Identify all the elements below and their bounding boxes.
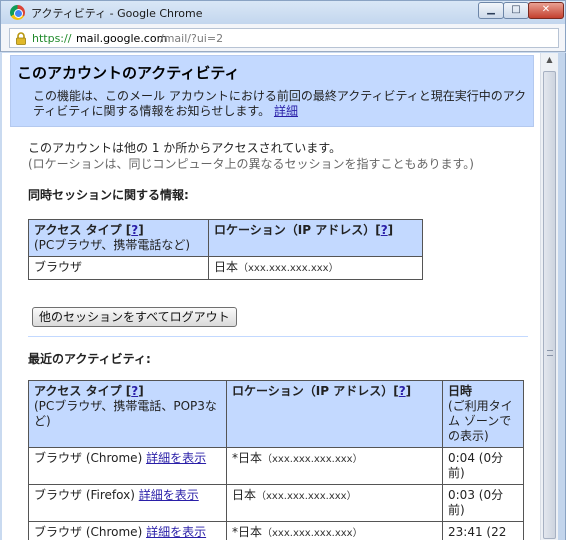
- location-help-link[interactable]: ?: [381, 223, 388, 237]
- show-details-link[interactable]: 詳細を表示: [139, 488, 199, 502]
- scroll-up-arrow-icon[interactable]: ▲: [542, 55, 557, 69]
- concurrent-sessions-title: 同時セッションに関する情報:: [28, 188, 189, 202]
- url-path: /mail/?ui=2: [160, 32, 224, 45]
- table-header-row: アクセス タイプ [?] (PCブラウザ、携帯電話、POP3など) ロケーション…: [28, 380, 524, 448]
- ip-address: （xxx.xxx.xxx.xxx）: [256, 491, 357, 502]
- maximize-button[interactable]: □: [503, 2, 529, 19]
- time-cell: 0:03 (0分前): [442, 484, 524, 522]
- table-row: ブラウザ (Chrome) 詳細を表示 *日本（xxx.xxx.xxx.xxx）…: [28, 447, 524, 485]
- location-help-link[interactable]: ?: [399, 384, 406, 398]
- table-row: ブラウザ 日本（xxx.xxx.xxx.xxx）: [28, 256, 423, 280]
- access-type-cell: ブラウザ (Chrome) 詳細を表示: [28, 521, 227, 540]
- access-type-cell: ブラウザ (Firefox) 詳細を表示: [28, 484, 227, 522]
- header-description: この機能は、このメール アカウントにおける前回の最終アクティビティと現在実行中の…: [33, 89, 529, 119]
- header-box: このアカウントのアクティビティ この機能は、このメール アカウントにおける前回の…: [10, 55, 534, 127]
- minimize-button[interactable]: ▁: [478, 2, 504, 19]
- location-cell: *日本（xxx.xxx.xxx.xxx）: [226, 521, 443, 540]
- time-header: 日時 (ご利用タイム ゾーンでの表示): [442, 380, 524, 448]
- location-cell: 日本（xxx.xxx.xxx.xxx）: [208, 256, 423, 280]
- vertical-scrollbar[interactable]: ▲: [540, 53, 558, 540]
- lock-icon: [16, 32, 26, 45]
- window-title: アクティビティ - Google Chrome: [31, 7, 203, 20]
- grip-icon: [547, 350, 553, 356]
- ip-address: （xxx.xxx.xxx.xxx）: [238, 263, 339, 274]
- location-header: ロケーション（IP アドレス）[?]: [226, 380, 443, 448]
- ip-address: （xxx.xxx.xxx.xxx）: [262, 454, 363, 465]
- access-type-cell: ブラウザ (Chrome) 詳細を表示: [28, 447, 227, 485]
- show-details-link[interactable]: 詳細を表示: [146, 451, 206, 465]
- access-type-cell: ブラウザ: [28, 256, 209, 280]
- recent-activity-title: 最近のアクティビティ:: [28, 352, 151, 366]
- chrome-icon: [10, 5, 25, 20]
- window-titlebar[interactable]: アクティビティ - Google Chrome ▁ □ ✕: [0, 0, 566, 24]
- ip-address: （xxx.xxx.xxx.xxx）: [262, 528, 363, 539]
- url-scheme: https://: [32, 32, 72, 45]
- access-summary: このアカウントは他の 1 か所からアクセスされています。: [28, 141, 342, 155]
- address-bar: https:// mail.google.com /mail/?ui=2: [0, 24, 566, 52]
- location-header: ロケーション（IP アドレス）[?]: [208, 219, 423, 257]
- time-cell: 23:41 (22分前): [442, 521, 524, 540]
- concurrent-sessions-table: アクセス タイプ [?] (PCブラウザ、携帯電話など) ロケーション（IP ア…: [28, 219, 423, 280]
- table-row: ブラウザ (Firefox) 詳細を表示 日本（xxx.xxx.xxx.xxx）…: [28, 484, 524, 522]
- close-button[interactable]: ✕: [528, 2, 564, 19]
- page-content: このアカウントのアクティビティ この機能は、このメール アカウントにおける前回の…: [2, 53, 540, 540]
- time-cell: 0:04 (0分前): [442, 447, 524, 485]
- scroll-thumb[interactable]: [543, 71, 556, 539]
- page-title: このアカウントのアクティビティ: [17, 64, 240, 82]
- divider: [28, 336, 528, 337]
- logout-other-sessions-button[interactable]: 他のセッションをすべてログアウト: [32, 307, 237, 327]
- location-cell: *日本（xxx.xxx.xxx.xxx）: [226, 447, 443, 485]
- url-field[interactable]: https:// mail.google.com /mail/?ui=2: [9, 28, 559, 48]
- show-details-link[interactable]: 詳細を表示: [146, 525, 206, 539]
- access-type-header: アクセス タイプ [?] (PCブラウザ、携帯電話、POP3など): [28, 380, 227, 448]
- table-header-row: アクセス タイプ [?] (PCブラウザ、携帯電話など) ロケーション（IP ア…: [28, 219, 423, 257]
- recent-activity-table: アクセス タイプ [?] (PCブラウザ、携帯電話、POP3など) ロケーション…: [28, 380, 524, 540]
- window-frame-right: [558, 53, 566, 540]
- details-link[interactable]: 詳細: [274, 104, 298, 118]
- location-cell: 日本（xxx.xxx.xxx.xxx）: [226, 484, 443, 522]
- table-row: ブラウザ (Chrome) 詳細を表示 *日本（xxx.xxx.xxx.xxx）…: [28, 521, 524, 540]
- location-note: (ロケーションは、同じコンピュータ上の異なるセッションを指すこともあります。): [28, 157, 474, 171]
- access-type-header: アクセス タイプ [?] (PCブラウザ、携帯電話など): [28, 219, 209, 257]
- url-host: mail.google.com: [76, 32, 168, 45]
